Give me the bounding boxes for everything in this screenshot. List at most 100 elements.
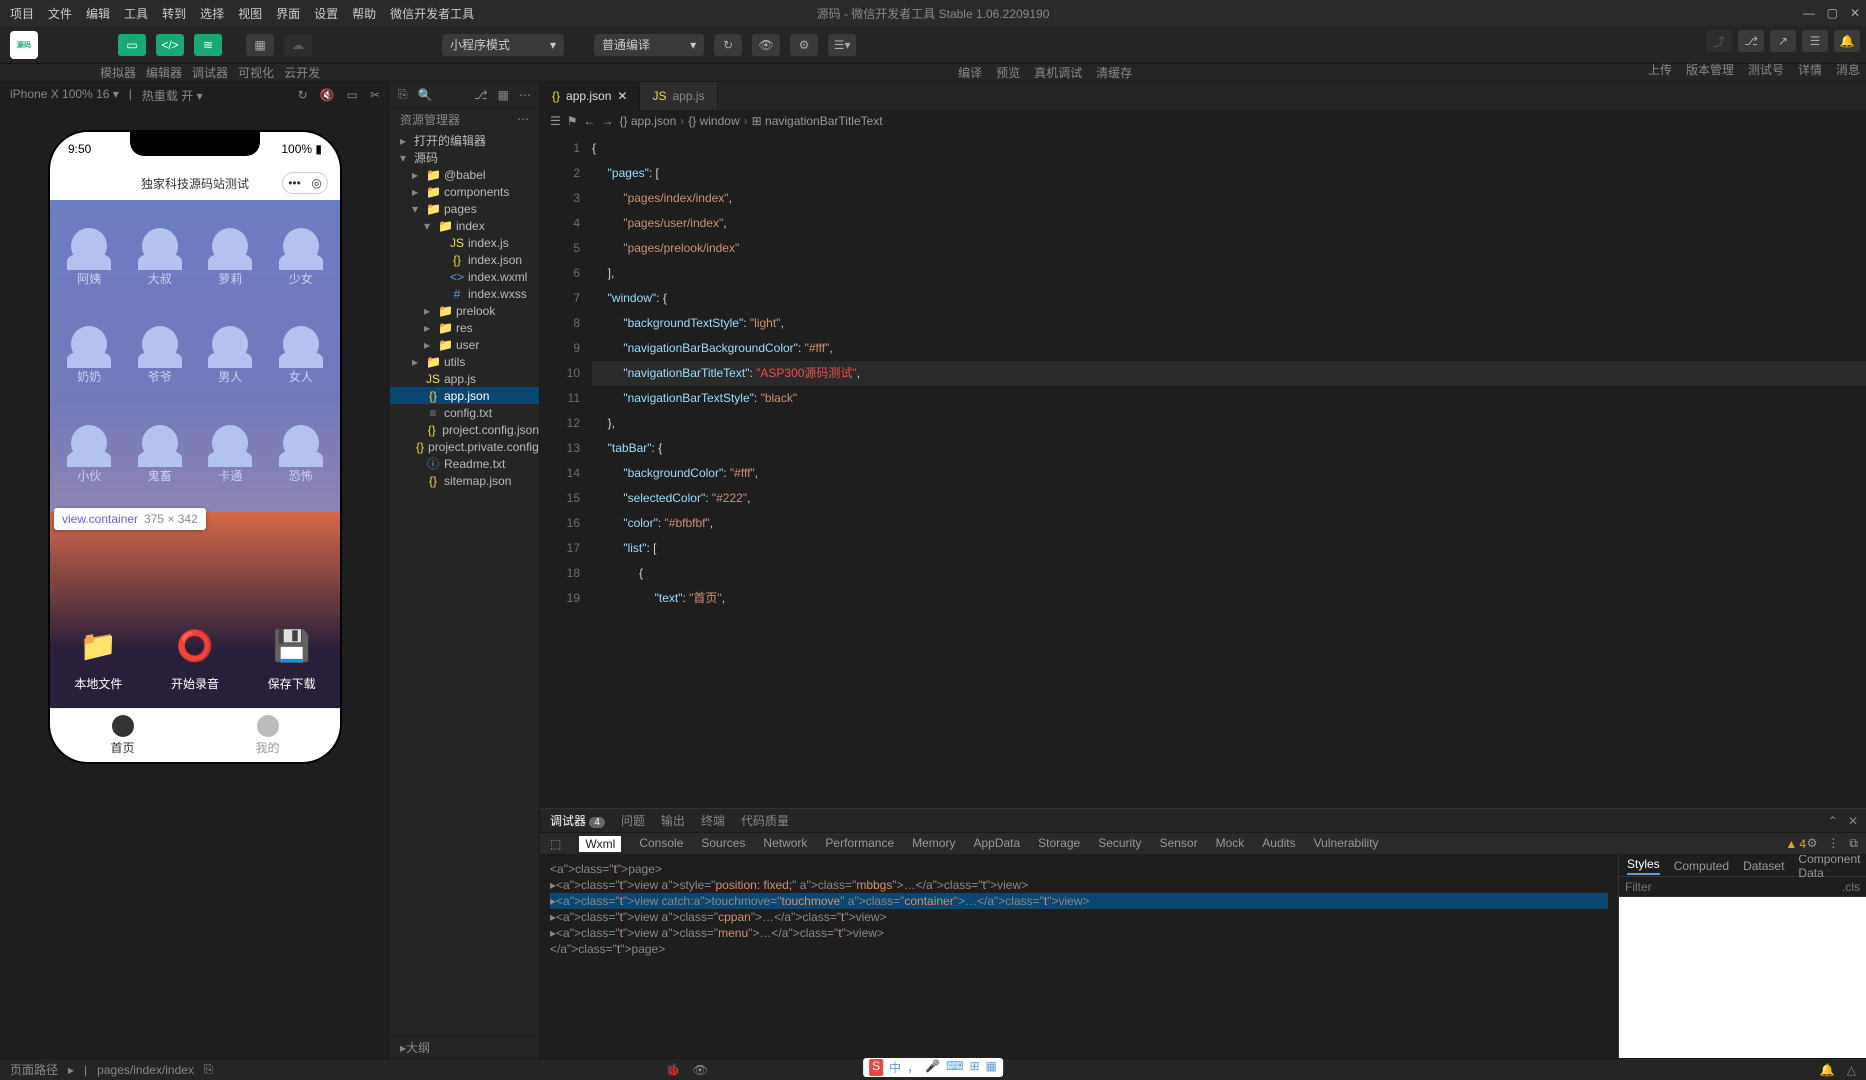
file-pages[interactable]: ▾📁pages bbox=[390, 200, 539, 217]
devtools-collapse-icon[interactable]: ⌃ bbox=[1828, 814, 1838, 828]
voice-小伙[interactable]: 小伙 bbox=[54, 405, 125, 504]
styles-filter[interactable]: Filter bbox=[1625, 880, 1652, 894]
warning-badge[interactable]: ▲ 4 bbox=[1785, 837, 1806, 851]
search-icon[interactable]: 🔍 bbox=[418, 88, 433, 102]
dt1-调试器[interactable]: 调试器 4 bbox=[550, 812, 605, 829]
dt1-代码质量[interactable]: 代码质量 bbox=[741, 812, 789, 829]
cloud-button[interactable]: ☁ bbox=[284, 34, 312, 56]
file-index.wxml[interactable]: <>index.wxml bbox=[390, 268, 539, 285]
device-icon[interactable]: ▭ bbox=[347, 88, 358, 102]
st-Dataset[interactable]: Dataset bbox=[1743, 859, 1784, 873]
dt2-Performance[interactable]: Performance bbox=[825, 836, 894, 852]
bc-bookmark-icon[interactable]: ⚑ bbox=[567, 114, 578, 128]
file-components[interactable]: ▸📁components bbox=[390, 183, 539, 200]
tab-app.json[interactable]: {}app.json✕ bbox=[540, 82, 640, 110]
devtools-close-icon[interactable]: ✕ bbox=[1848, 814, 1858, 828]
voice-少女[interactable]: 少女 bbox=[266, 208, 337, 307]
file-sitemap.json[interactable]: {}sitemap.json bbox=[390, 472, 539, 489]
file-project.config.json[interactable]: {}project.config.json bbox=[390, 421, 539, 438]
inspect-icon[interactable]: ⬚ bbox=[550, 837, 561, 851]
more-icon[interactable]: ⋯ bbox=[519, 88, 531, 102]
file-index.js[interactable]: JSindex.js bbox=[390, 234, 539, 251]
page-path[interactable]: pages/index/index bbox=[97, 1063, 194, 1077]
copy-path-icon[interactable]: ⎘ bbox=[204, 1062, 214, 1077]
debugger-button[interactable]: ≋ bbox=[194, 34, 222, 56]
test-button[interactable]: ↗ bbox=[1770, 30, 1796, 52]
device-selector[interactable]: iPhone X 100% 16 ▾ bbox=[10, 87, 119, 104]
bc-prev-icon[interactable]: ← bbox=[584, 114, 596, 128]
action-保存下载[interactable]: 💾保存下载 bbox=[268, 623, 316, 692]
voice-奶奶[interactable]: 奶奶 bbox=[54, 307, 125, 406]
maximize-icon[interactable]: ▢ bbox=[1827, 6, 1838, 20]
dt2-Vulnerability[interactable]: Vulnerability bbox=[1314, 836, 1379, 852]
menu-编辑[interactable]: 编辑 bbox=[86, 5, 110, 22]
menu-转到[interactable]: 转到 bbox=[162, 5, 186, 22]
explorer-more-icon[interactable]: ⋯ bbox=[517, 112, 529, 126]
status-eye-icon[interactable]: 👁 bbox=[693, 1063, 708, 1077]
mode-dropdown[interactable]: 小程序模式▾ bbox=[442, 34, 564, 56]
file-Readme.txt[interactable]: ⓘReadme.txt bbox=[390, 455, 539, 472]
version-button[interactable]: ⎇ bbox=[1738, 30, 1764, 52]
dt1-问题[interactable]: 问题 bbox=[621, 812, 645, 829]
outline-section[interactable]: ▸ 大纲 bbox=[390, 1036, 539, 1058]
action-开始录音[interactable]: ⭕开始录音 bbox=[171, 623, 219, 692]
editor-button[interactable]: </> bbox=[156, 34, 184, 56]
copy-icon[interactable]: ⎘ bbox=[398, 87, 408, 102]
cls-toggle[interactable]: .cls bbox=[1842, 880, 1860, 894]
dom-tree[interactable]: <a">class="t">page> ▸<a">class="t">view … bbox=[540, 855, 1618, 1058]
breadcrumb[interactable]: ☰ ⚑ ← → {} app.json›{} window›⊞ navigati… bbox=[540, 110, 1866, 132]
clear-cache-button[interactable]: ☰▾ bbox=[828, 34, 856, 56]
file-config.txt[interactable]: ≡config.txt bbox=[390, 404, 539, 421]
file-utils[interactable]: ▸📁utils bbox=[390, 353, 539, 370]
voice-萝莉[interactable]: 萝莉 bbox=[195, 208, 266, 307]
file-user[interactable]: ▸📁user bbox=[390, 336, 539, 353]
mute-icon[interactable]: 🔇 bbox=[320, 88, 335, 102]
menu-选择[interactable]: 选择 bbox=[200, 5, 224, 22]
tab-首页[interactable]: 首页 bbox=[50, 709, 195, 762]
dt2-AppData[interactable]: AppData bbox=[973, 836, 1020, 852]
devtools-settings-icon[interactable]: ⚙ bbox=[1807, 836, 1818, 851]
st-Computed[interactable]: Computed bbox=[1674, 859, 1729, 873]
voice-阿姨[interactable]: 阿姨 bbox=[54, 208, 125, 307]
ext-icon[interactable]: ▦ bbox=[498, 88, 509, 102]
file-res[interactable]: ▸📁res bbox=[390, 319, 539, 336]
voice-卡通[interactable]: 卡通 bbox=[195, 405, 266, 504]
compile-button[interactable]: ↻ bbox=[714, 34, 742, 56]
devtools-dock-icon[interactable]: ⧉ bbox=[1849, 836, 1858, 851]
devtools-more-icon[interactable]: ⋮ bbox=[1827, 836, 1839, 851]
dt2-Network[interactable]: Network bbox=[763, 836, 807, 852]
phone-simulator[interactable]: 9:50 100% ▮ 独家科技源码站测试 •••◎ 阿姨大叔萝莉少女奶奶爷爷男… bbox=[50, 132, 340, 762]
status-bell-icon[interactable]: 🔔 bbox=[1820, 1063, 1835, 1077]
voice-恐怖[interactable]: 恐怖 bbox=[266, 405, 337, 504]
file-project.private.config.js...[interactable]: {}project.private.config.js... bbox=[390, 438, 539, 455]
menu-文件[interactable]: 文件 bbox=[48, 5, 72, 22]
menu-帮助[interactable]: 帮助 bbox=[352, 5, 376, 22]
file-@babel[interactable]: ▸📁@babel bbox=[390, 166, 539, 183]
status-triangle-icon[interactable]: △ bbox=[1847, 1063, 1856, 1077]
file-prelook[interactable]: ▸📁prelook bbox=[390, 302, 539, 319]
refresh-icon[interactable]: ↻ bbox=[298, 88, 308, 102]
branch-icon[interactable]: ⎇ bbox=[474, 88, 488, 102]
dt1-输出[interactable]: 输出 bbox=[661, 812, 685, 829]
file-app.js[interactable]: JSapp.js bbox=[390, 370, 539, 387]
close-icon[interactable]: ✕ bbox=[1850, 6, 1860, 20]
dt2-Mock[interactable]: Mock bbox=[1216, 836, 1245, 852]
voice-大叔[interactable]: 大叔 bbox=[125, 208, 196, 307]
cut-icon[interactable]: ✂ bbox=[370, 88, 380, 102]
menu-工具[interactable]: 工具 bbox=[124, 5, 148, 22]
dt2-Memory[interactable]: Memory bbox=[912, 836, 955, 852]
bc-next-icon[interactable]: → bbox=[602, 114, 614, 128]
root-folder[interactable]: ▾源码 bbox=[390, 149, 539, 166]
dt2-Storage[interactable]: Storage bbox=[1038, 836, 1080, 852]
voice-女人[interactable]: 女人 bbox=[266, 307, 337, 406]
visual-button[interactable]: ▦ bbox=[246, 34, 274, 56]
file-index[interactable]: ▾📁index bbox=[390, 217, 539, 234]
voice-男人[interactable]: 男人 bbox=[195, 307, 266, 406]
action-本地文件[interactable]: 📁本地文件 bbox=[74, 623, 122, 692]
st-Component Data[interactable]: Component Data bbox=[1798, 852, 1860, 880]
file-app.json[interactable]: {}app.json bbox=[390, 387, 539, 404]
dt2-Audits[interactable]: Audits bbox=[1262, 836, 1295, 852]
dt1-终端[interactable]: 终端 bbox=[701, 812, 725, 829]
open-editors-section[interactable]: ▸打开的编辑器 bbox=[390, 132, 539, 149]
menu-微信开发者工具[interactable]: 微信开发者工具 bbox=[390, 5, 474, 22]
